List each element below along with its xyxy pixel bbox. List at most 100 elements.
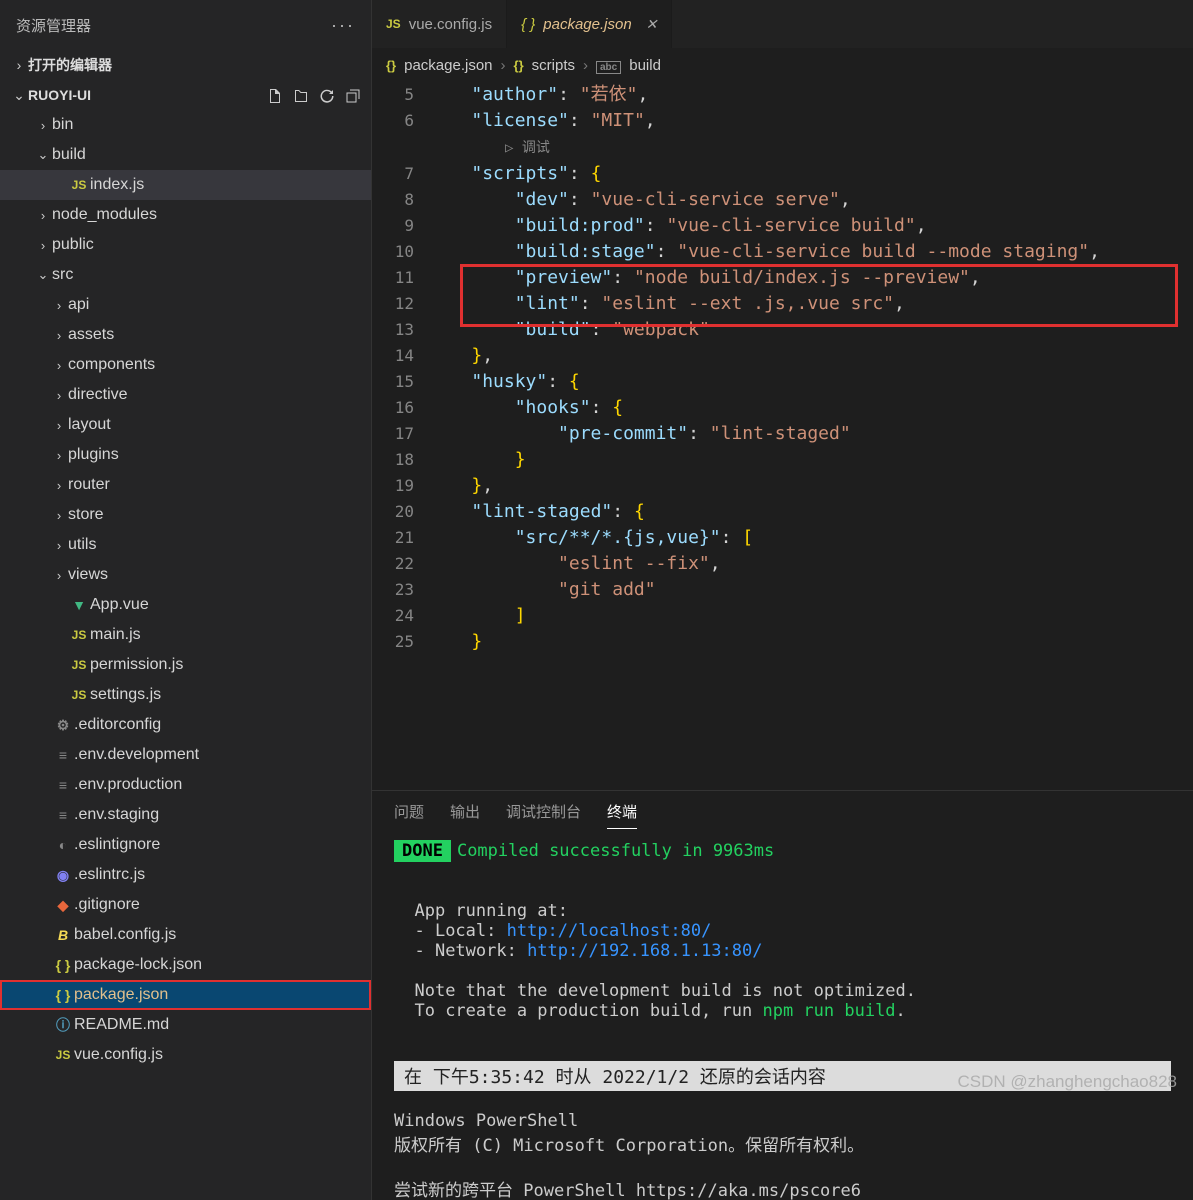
folder-router[interactable]: ›router <box>0 470 371 500</box>
breadcrumb[interactable]: {}package.json›{}scripts›abcbuild <box>372 48 1193 82</box>
open-editors-section[interactable]: › 打开的编辑器 <box>0 50 371 80</box>
file-babel.config.js[interactable]: Bbabel.config.js <box>0 920 371 950</box>
panel-tab-调试控制台[interactable]: 调试控制台 <box>506 801 581 829</box>
new-folder-icon[interactable] <box>293 86 309 103</box>
sidebar-header: 资源管理器 ··· <box>0 0 371 50</box>
folder-store[interactable]: ›store <box>0 500 371 530</box>
code-line[interactable]: 10 "build:stage": "vue-cli-service build… <box>372 239 1193 265</box>
code-line[interactable]: 13 "build": "webpack" <box>372 317 1193 343</box>
breadcrumb-icon: {} <box>514 58 524 73</box>
file-package.json[interactable]: { }package.json <box>0 980 371 1010</box>
breadcrumb-item[interactable]: package.json <box>404 57 492 74</box>
code-line[interactable]: 24 ] <box>372 603 1193 629</box>
code-line[interactable]: 8 "dev": "vue-cli-service serve", <box>372 187 1193 213</box>
code-line[interactable]: 7 "scripts": { <box>372 161 1193 187</box>
file-.eslintrc.js[interactable]: ◉.eslintrc.js <box>0 860 371 890</box>
file-.gitignore[interactable]: ◆.gitignore <box>0 890 371 920</box>
panel-tab-输出[interactable]: 输出 <box>450 801 480 829</box>
watermark: CSDN @zhanghengchao828 <box>957 1072 1177 1092</box>
folder-api[interactable]: ›api <box>0 290 371 320</box>
code-line[interactable]: 21 "src/**/*.{js,vue}": [ <box>372 525 1193 551</box>
file-.eslintignore[interactable]: ◐.eslintignore <box>0 830 371 860</box>
code-line[interactable]: 6 "license": "MIT", <box>372 108 1193 134</box>
file-index.js[interactable]: JSindex.js <box>0 170 371 200</box>
file-main.js[interactable]: JSmain.js <box>0 620 371 650</box>
code-line[interactable]: 14 }, <box>372 343 1193 369</box>
folder-public[interactable]: ›public <box>0 230 371 260</box>
code-line[interactable]: 25 } <box>372 629 1193 655</box>
file-vue.config.js[interactable]: JSvue.config.js <box>0 1040 371 1070</box>
more-icon[interactable]: ··· <box>331 15 355 36</box>
file-package-lock.json[interactable]: { }package-lock.json <box>0 950 371 980</box>
file-permission.js[interactable]: JSpermission.js <box>0 650 371 680</box>
code-line[interactable]: ▷ 调试 <box>372 134 1193 161</box>
file-.env.development[interactable]: ≡.env.development <box>0 740 371 770</box>
chevron-right-icon: › <box>50 328 68 343</box>
folder-components[interactable]: ›components <box>0 350 371 380</box>
folder-directive[interactable]: ›directive <box>0 380 371 410</box>
collapse-icon[interactable] <box>345 86 361 103</box>
file-.editorconfig[interactable]: ⚙.editorconfig <box>0 710 371 740</box>
file-.env.staging[interactable]: ≡.env.staging <box>0 800 371 830</box>
code-line[interactable]: 20 "lint-staged": { <box>372 499 1193 525</box>
folder-utils[interactable]: ›utils <box>0 530 371 560</box>
app-running-label: App running at: <box>414 901 568 921</box>
folder-build[interactable]: ⌄build <box>0 140 371 170</box>
folder-assets[interactable]: ›assets <box>0 320 371 350</box>
build-note-1: Note that the development build is not o… <box>414 981 916 1001</box>
code-line[interactable]: 9 "build:prod": "vue-cli-service build", <box>372 213 1193 239</box>
local-url[interactable]: http://localhost:80/ <box>507 921 712 941</box>
file-.env.production[interactable]: ≡.env.production <box>0 770 371 800</box>
tab-vue.config.js[interactable]: JSvue.config.js <box>372 0 507 48</box>
code-line[interactable]: 22 "eslint --fix", <box>372 551 1193 577</box>
code-line[interactable]: 17 "pre-commit": "lint-staged" <box>372 421 1193 447</box>
chevron-right-icon: › <box>50 478 68 493</box>
folder-layout[interactable]: ›layout <box>0 410 371 440</box>
code-line[interactable]: 11 "preview": "node build/index.js --pre… <box>372 265 1193 291</box>
breadcrumb-item[interactable]: scripts <box>532 57 575 74</box>
folder-views[interactable]: ›views <box>0 560 371 590</box>
terminal[interactable]: DONECompiled successfully in 9963ms App … <box>372 829 1193 1200</box>
code-line[interactable]: 19 }, <box>372 473 1193 499</box>
editor[interactable]: 5 "author": "若依",6 "license": "MIT", ▷ 调… <box>372 82 1193 790</box>
code-line[interactable]: 12 "lint": "eslint --ext .js,.vue src", <box>372 291 1193 317</box>
code-line[interactable]: 15 "husky": { <box>372 369 1193 395</box>
chevron-right-icon: › <box>50 568 68 583</box>
code-line[interactable]: 23 "git add" <box>372 577 1193 603</box>
file-settings.js[interactable]: JSsettings.js <box>0 680 371 710</box>
code-line[interactable]: 18 } <box>372 447 1193 473</box>
chevron-down-icon: ⌄ <box>10 87 28 104</box>
panel-tab-终端[interactable]: 终端 <box>607 801 637 829</box>
file-tree[interactable]: ›bin⌄buildJSindex.js›node_modules›public… <box>0 110 371 1200</box>
panel-tab-问题[interactable]: 问题 <box>394 801 424 829</box>
network-url[interactable]: http://192.168.1.13:80/ <box>527 941 762 961</box>
chevron-right-icon: › <box>50 538 68 553</box>
code-line[interactable]: 5 "author": "若依", <box>372 82 1193 108</box>
chevron-right-icon: › <box>34 208 52 223</box>
done-badge: DONE <box>394 840 451 862</box>
chevron-right-icon: › <box>50 448 68 463</box>
folder-plugins[interactable]: ›plugins <box>0 440 371 470</box>
project-section[interactable]: ⌄ RUOYI-UI <box>0 80 371 110</box>
folder-node_modules[interactable]: ›node_modules <box>0 200 371 230</box>
file-README.md[interactable]: ⓘREADME.md <box>0 1010 371 1040</box>
file-App.vue[interactable]: ▼App.vue <box>0 590 371 620</box>
chevron-down-icon: ⌄ <box>34 147 52 163</box>
chevron-right-icon: › <box>50 298 68 313</box>
breadcrumb-item[interactable]: build <box>629 57 661 74</box>
breadcrumb-icon: abc <box>596 58 621 73</box>
ps-line-1: Windows PowerShell <box>394 1111 1171 1131</box>
new-file-icon[interactable] <box>267 86 283 103</box>
code-line[interactable]: 16 "hooks": { <box>372 395 1193 421</box>
bottom-panel: 问题输出调试控制台终端 DONECompiled successfully in… <box>372 790 1193 1200</box>
folder-bin[interactable]: ›bin <box>0 110 371 140</box>
network-label: - Network: <box>414 941 527 961</box>
chevron-right-icon: › <box>34 238 52 253</box>
project-label: RUOYI-UI <box>28 87 91 103</box>
folder-src[interactable]: ⌄src <box>0 260 371 290</box>
tab-package.json[interactable]: { }package.json✕ <box>507 0 672 48</box>
chevron-right-icon: › <box>50 388 68 403</box>
close-icon[interactable]: ✕ <box>646 16 658 33</box>
panel-tabs: 问题输出调试控制台终端 <box>372 791 1193 829</box>
refresh-icon[interactable] <box>319 86 335 103</box>
